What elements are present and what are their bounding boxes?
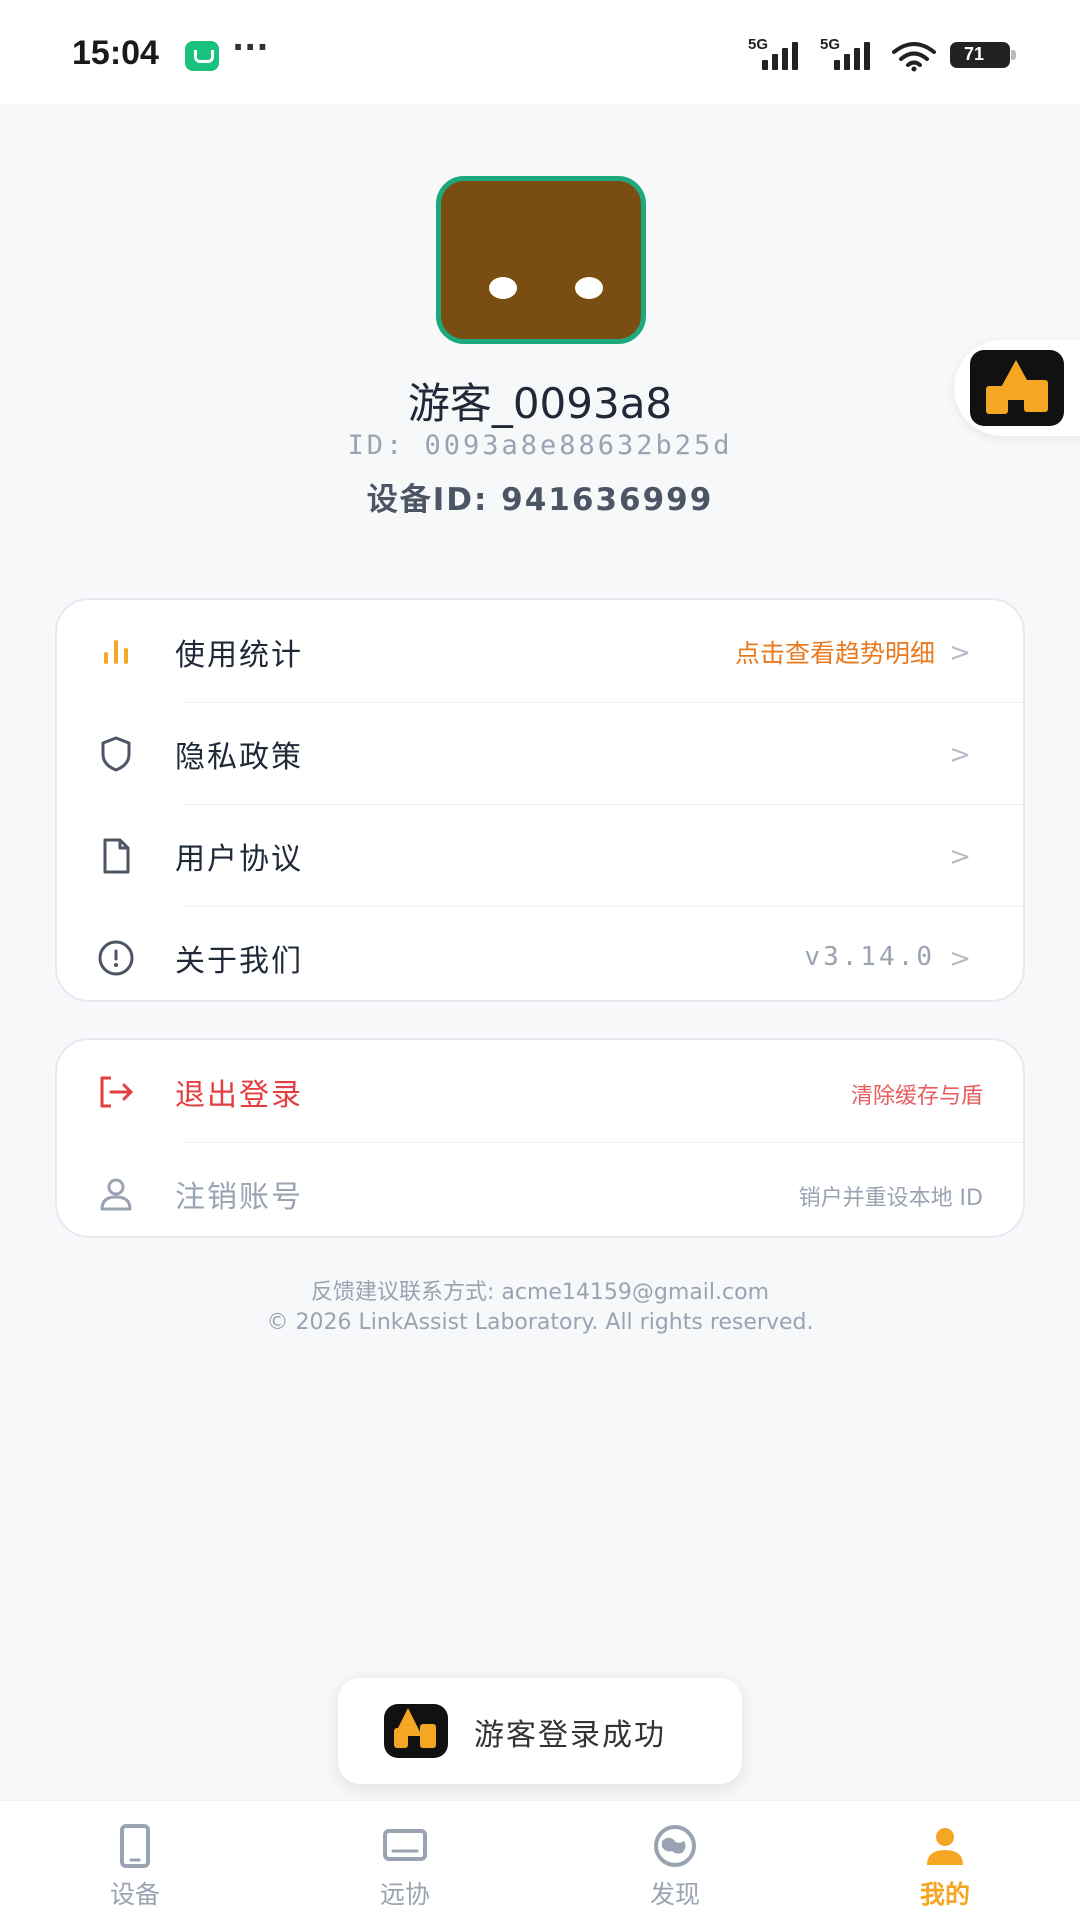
app-version: v3.14.0 bbox=[804, 942, 935, 972]
logout-sub: 清除缓存与盾 bbox=[850, 1084, 983, 1109]
logout-icon bbox=[100, 1076, 133, 1108]
menu-item-label: 隐私政策 bbox=[175, 740, 303, 775]
deregister-label: 注销账号 bbox=[175, 1180, 303, 1215]
usage-stats-hint: 点击查看趋势明细 bbox=[734, 639, 935, 668]
monitor-icon bbox=[383, 1829, 427, 1861]
status-indicators: 5G 5G 71 bbox=[748, 36, 1016, 72]
user-id: ID: 0093a8e88632b25d bbox=[347, 430, 733, 461]
toast-text: 游客登录成功 bbox=[474, 1718, 666, 1753]
app-logo-icon bbox=[970, 350, 1064, 426]
info-icon bbox=[98, 940, 134, 976]
nav-tab-remote[interactable]: 远协 bbox=[270, 1801, 540, 1920]
bar-chart-icon bbox=[104, 640, 128, 664]
shield-icon bbox=[101, 736, 131, 772]
tablet-icon bbox=[120, 1824, 150, 1868]
copyright: © 2026 LinkAssist Laboratory. All rights… bbox=[266, 1310, 814, 1335]
device-id: 设备ID: 941636999 bbox=[366, 482, 714, 518]
nav-label: 设备 bbox=[109, 1880, 160, 1909]
menu-item-usage-stats[interactable]: 使用统计 点击查看趋势明细 > bbox=[57, 600, 1023, 702]
nav-tab-profile[interactable]: 我的 bbox=[810, 1801, 1080, 1920]
nav-label: 我的 bbox=[919, 1880, 970, 1909]
battery-icon: 71 bbox=[950, 42, 1016, 68]
menu-item-label: 使用统计 bbox=[175, 638, 303, 673]
menu-item-label: 用户协议 bbox=[175, 842, 303, 877]
menu-item-label: 关于我们 bbox=[175, 944, 303, 979]
app-logo-icon bbox=[384, 1704, 448, 1758]
nav-tab-devices[interactable]: 设备 bbox=[0, 1801, 270, 1920]
globe-icon bbox=[654, 1825, 696, 1867]
signal-icon: 5G bbox=[820, 36, 878, 72]
user-icon bbox=[100, 1178, 132, 1211]
nav-label: 远协 bbox=[379, 1880, 430, 1909]
account-card: 退出登录 清除缓存与盾 注销账号 销户并重设本地 ID bbox=[55, 1038, 1025, 1238]
person-icon bbox=[927, 1828, 963, 1865]
more-notifications-icon: ··· bbox=[232, 28, 269, 66]
chevron-right-icon: > bbox=[949, 740, 971, 770]
avatar-eye bbox=[489, 277, 517, 299]
logout-button[interactable]: 退出登录 清除缓存与盾 bbox=[57, 1040, 1023, 1142]
chevron-right-icon: > bbox=[949, 842, 971, 872]
chevron-right-icon: > bbox=[949, 944, 971, 974]
menu-card: 使用统计 点击查看趋势明细 > 隐私政策 > 用户协议 > 关于我们 v3.14… bbox=[55, 598, 1025, 1002]
bottom-nav: 设备 远协 发现 我的 bbox=[0, 1800, 1080, 1920]
deregister-sub: 销户并重设本地 ID bbox=[798, 1186, 983, 1211]
status-time: 15:04 bbox=[72, 34, 159, 72]
avatar[interactable] bbox=[436, 176, 646, 344]
user-name: 游客_0093a8 bbox=[407, 379, 673, 428]
wifi-icon bbox=[892, 40, 936, 72]
toast-message: 游客登录成功 bbox=[338, 1678, 742, 1784]
logout-label: 退出登录 bbox=[175, 1078, 303, 1113]
avatar-eye bbox=[575, 277, 603, 299]
chevron-right-icon: > bbox=[949, 638, 971, 668]
nav-tab-discover[interactable]: 发现 bbox=[540, 1801, 810, 1920]
nav-label: 发现 bbox=[649, 1880, 700, 1909]
signal-icon: 5G bbox=[748, 36, 806, 72]
menu-item-user-agreement[interactable]: 用户协议 > bbox=[57, 804, 1023, 906]
deregister-account-button[interactable]: 注销账号 销户并重设本地 ID bbox=[57, 1142, 1023, 1244]
feedback-contact: 反馈建议联系方式: acme14159@gmail.com bbox=[310, 1280, 769, 1305]
floating-assistant-button[interactable] bbox=[954, 340, 1080, 436]
notification-app-icon bbox=[185, 41, 219, 71]
document-icon bbox=[103, 838, 130, 874]
menu-item-about-us[interactable]: 关于我们 v3.14.0 > bbox=[57, 906, 1023, 1008]
menu-item-privacy-policy[interactable]: 隐私政策 > bbox=[57, 702, 1023, 804]
status-bar: 15:04 ··· 5G 5G 71 bbox=[0, 0, 1080, 104]
